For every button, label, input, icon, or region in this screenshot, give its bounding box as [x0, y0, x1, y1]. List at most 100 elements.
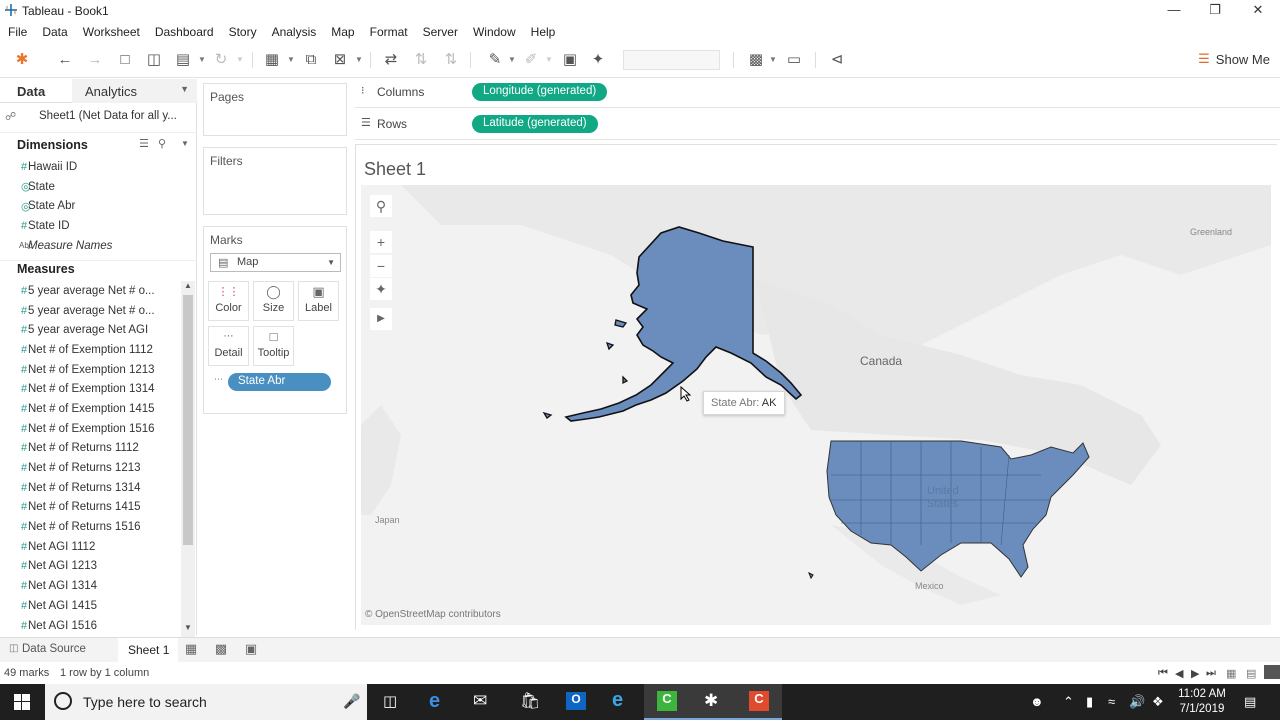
tab-data[interactable]: Data: [0, 79, 72, 103]
camtasia-recorder-icon[interactable]: C: [736, 684, 782, 720]
chevron-down-icon[interactable]: ▼: [287, 50, 295, 70]
list-item[interactable]: # Hawaii ID: [0, 157, 181, 177]
list-item[interactable]: Abc Measure Names: [0, 236, 181, 256]
expand-toolbar-icon[interactable]: ▶: [370, 308, 392, 330]
mail-icon[interactable]: ✉: [460, 684, 506, 720]
map-view[interactable]: ⚲ + − ✦ ▶ Greenland Canada Japan Mexico …: [361, 185, 1271, 625]
zoom-out-button[interactable]: −: [370, 255, 392, 277]
presentation-mode-icon[interactable]: ▭: [783, 50, 805, 70]
tab-analytics[interactable]: Analytics ▼: [72, 79, 197, 103]
chevron-down-icon[interactable]: ▼: [545, 50, 553, 70]
taskbar-search[interactable]: Type here to search 🎤: [45, 684, 367, 720]
list-item[interactable]: # Net AGI 1112: [0, 537, 181, 557]
list-item[interactable]: #5 year average Net # o...: [0, 301, 181, 321]
measures-scrollbar[interactable]: ▲ ▼: [181, 281, 195, 637]
scroll-thumb[interactable]: [183, 295, 193, 545]
highlight-icon[interactable]: ✎: [484, 50, 506, 70]
group-members-icon[interactable]: ✐: [520, 50, 542, 70]
menu-window[interactable]: Window: [465, 22, 523, 42]
list-item[interactable]: # Net # of Exemption 1314: [0, 379, 181, 399]
list-item[interactable]: # Net # of Exemption 1213: [0, 360, 181, 380]
menu-worksheet[interactable]: Worksheet: [75, 22, 147, 42]
new-worksheet-tab-icon[interactable]: ▦: [180, 641, 202, 659]
view-list-icon[interactable]: ☰: [139, 137, 149, 150]
list-item[interactable]: # Net # of Exemption 1112: [0, 340, 181, 360]
swap-rows-columns-icon[interactable]: ⇄: [380, 50, 402, 70]
list-item[interactable]: # Net AGI 1415: [0, 596, 181, 616]
people-icon[interactable]: ☻: [1030, 694, 1044, 709]
tooltip-button[interactable]: □ Tooltip: [253, 326, 294, 366]
tab-sheet-1[interactable]: Sheet 1: [118, 638, 178, 662]
taskbar-clock[interactable]: 11:02 AM 7/1/2019: [1170, 687, 1234, 717]
wifi-icon[interactable]: ≈: [1108, 694, 1115, 709]
new-story-tab-icon[interactable]: ▣: [240, 641, 262, 659]
first-sheet-icon[interactable]: ⏮: [1158, 667, 1168, 680]
detail-button[interactable]: ⋯ Detail: [208, 326, 249, 366]
tableau-start-icon[interactable]: ✱: [11, 50, 33, 70]
columns-shelf[interactable]: ⁝ Columns Longitude (generated): [355, 79, 1280, 108]
data-source-item[interactable]: ☍ Sheet1 (Net Data for all y...: [0, 107, 197, 127]
pages-card[interactable]: Pages: [203, 83, 347, 136]
state-abr-pill[interactable]: State Abr: [228, 373, 331, 391]
close-button[interactable]: ✕: [1236, 2, 1280, 20]
list-item[interactable]: # Net AGI 1516: [0, 616, 181, 635]
data-source-tab[interactable]: ◫ Data Source: [0, 638, 115, 662]
longitude-pill[interactable]: Longitude (generated): [472, 83, 608, 101]
search-icon[interactable]: ⚲: [158, 137, 166, 150]
sort-descending-icon[interactable]: ⇅: [440, 50, 462, 70]
list-item[interactable]: # Net # of Returns 1415: [0, 498, 181, 518]
show-me-button[interactable]: ☰ Show Me: [1198, 51, 1270, 67]
next-sheet-icon[interactable]: ▶: [1191, 667, 1199, 680]
outlook-icon[interactable]: O: [552, 684, 598, 720]
zoom-in-button[interactable]: +: [370, 231, 392, 253]
list-item[interactable]: # Net AGI 1213: [0, 557, 181, 577]
mark-type-select[interactable]: ▤ Map ▼: [210, 253, 341, 272]
panel-menu-icon[interactable]: ▼: [180, 84, 189, 94]
save-icon[interactable]: □: [114, 50, 136, 70]
battery-icon[interactable]: ▮: [1086, 694, 1093, 710]
rows-shelf[interactable]: ☰ Rows Latitude (generated): [355, 111, 1280, 140]
last-sheet-icon[interactable]: ⏭: [1206, 667, 1216, 680]
list-item[interactable]: #5 year average Net # o...: [0, 281, 181, 301]
chevron-down-icon[interactable]: ▼: [355, 50, 363, 70]
list-item[interactable]: # Net # of Exemption 1415: [0, 399, 181, 419]
list-item[interactable]: # State ID: [0, 216, 181, 236]
color-button[interactable]: ⋮⋮ Color: [208, 281, 249, 321]
size-button[interactable]: ◯ Size: [253, 281, 294, 321]
menu-map[interactable]: Map: [323, 22, 361, 42]
list-item[interactable]: # Net # of Returns 1314: [0, 478, 181, 498]
new-worksheet-icon[interactable]: ▦: [261, 50, 283, 70]
camtasia-icon[interactable]: C: [644, 684, 690, 720]
redo-icon[interactable]: →: [84, 50, 106, 70]
new-data-source-icon[interactable]: ◫: [143, 50, 165, 70]
menu-help[interactable]: Help: [523, 22, 563, 42]
chevron-down-icon[interactable]: ▼: [181, 139, 189, 148]
restore-button[interactable]: ❐: [1193, 2, 1237, 20]
start-button[interactable]: [0, 684, 45, 720]
show-mark-labels-icon[interactable]: ▣: [559, 50, 581, 70]
minimize-button[interactable]: —: [1152, 2, 1196, 20]
map-search-icon[interactable]: ⚲: [370, 195, 392, 217]
list-item[interactable]: # Net # of Returns 1213: [0, 458, 181, 478]
tray-chevron-icon[interactable]: ⌃: [1063, 694, 1074, 710]
chevron-down-icon[interactable]: ▼: [508, 50, 516, 70]
duplicate-sheet-icon[interactable]: ⧉: [300, 50, 322, 70]
list-item[interactable]: # Net AGI 1314: [0, 576, 181, 596]
list-item[interactable]: #5 year average Net AGI: [0, 320, 181, 340]
menu-format[interactable]: Format: [362, 22, 415, 42]
menu-dashboard[interactable]: Dashboard: [147, 22, 221, 42]
chevron-down-icon[interactable]: ▼: [236, 50, 244, 70]
pause-updates-icon[interactable]: ▤: [172, 50, 194, 70]
task-view-icon[interactable]: ◫: [368, 684, 414, 720]
clear-sheet-icon[interactable]: ⊠: [329, 50, 351, 70]
refresh-icon[interactable]: ↻: [210, 50, 232, 70]
edge-icon[interactable]: e: [414, 684, 460, 720]
chevron-down-icon[interactable]: ▼: [198, 50, 206, 70]
volume-icon[interactable]: 🔊: [1129, 694, 1145, 710]
undo-icon[interactable]: ←: [54, 50, 76, 70]
label-button[interactable]: ▣ Label: [298, 281, 339, 321]
menu-story[interactable]: Story: [221, 22, 264, 42]
fit-dropdown[interactable]: [623, 50, 720, 70]
new-dashboard-tab-icon[interactable]: ▩: [210, 641, 232, 659]
list-item[interactable]: ◎ State: [0, 177, 181, 197]
